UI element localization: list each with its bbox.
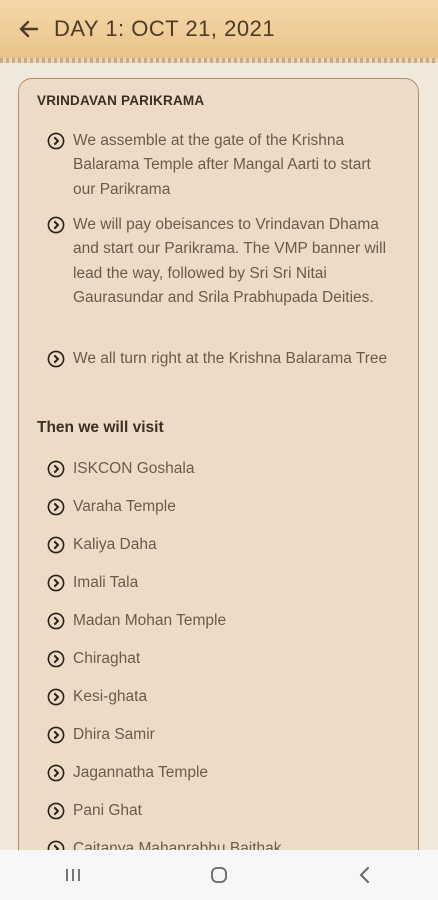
circle-chevron-right-icon: [47, 132, 65, 150]
visit-item: Chiraghat: [47, 647, 397, 671]
visit-item: Madan Mohan Temple: [47, 609, 397, 633]
intro-item: We will pay obeisances to Vrindavan Dham…: [47, 213, 397, 310]
circle-chevron-right-icon: [47, 612, 65, 630]
visit-item-text: ISKCON Goshala: [73, 460, 195, 477]
intro-item-text: We will pay obeisances to Vrindavan Dham…: [73, 216, 387, 306]
circle-chevron-right-icon: [47, 650, 65, 668]
visit-item: Jagannatha Temple: [47, 761, 397, 785]
system-navigation-bar: [0, 850, 438, 900]
visit-item-text: Dhira Samir: [73, 726, 155, 743]
visit-item-text: Imali Tala: [73, 574, 139, 591]
visit-item: ISKCON Goshala: [47, 457, 397, 481]
visit-subheading: Then we will visit: [37, 419, 164, 436]
visit-item-text: Madan Mohan Temple: [73, 612, 227, 629]
top-app-bar: DAY 1: OCT 21, 2021: [0, 0, 438, 58]
recents-icon[interactable]: [53, 855, 93, 895]
visit-item-text: Chiraghat: [73, 650, 141, 667]
header-border: [0, 58, 438, 63]
visit-item-text: Kaliya Daha: [73, 536, 157, 553]
visit-item: Pani Ghat: [47, 799, 397, 823]
intro-item-text: We all turn right at the Krishna Balaram…: [73, 350, 388, 367]
intro-item-text: We assemble at the gate of the Krishna B…: [73, 132, 371, 198]
back-chevron-icon[interactable]: [345, 855, 385, 895]
visit-item: Kesi-ghata: [47, 685, 397, 709]
section-title: VRINDAVAN PARIKRAMA: [37, 93, 205, 108]
visit-item-text: Kesi-ghata: [73, 688, 148, 705]
circle-chevron-right-icon: [47, 688, 65, 706]
circle-chevron-right-icon: [47, 498, 65, 516]
page-title: DAY 1: OCT 21, 2021: [54, 16, 276, 41]
intro-item: We assemble at the gate of the Krishna B…: [47, 129, 397, 202]
visit-item-text: Pani Ghat: [73, 802, 142, 819]
visit-item-text: Varaha Temple: [73, 498, 176, 515]
circle-chevron-right-icon: [47, 460, 65, 478]
circle-chevron-right-icon: [47, 350, 65, 368]
visit-item: Varaha Temple: [47, 495, 397, 519]
circle-chevron-right-icon: [47, 574, 65, 592]
visit-item: Imali Tala: [47, 571, 397, 595]
circle-chevron-right-icon: [47, 726, 65, 744]
visit-item: Kaliya Daha: [47, 533, 397, 557]
visit-item: Dhira Samir: [47, 723, 397, 747]
circle-chevron-right-icon: [47, 802, 65, 820]
circle-chevron-right-icon: [47, 764, 65, 782]
visit-item-text: Jagannatha Temple: [73, 764, 209, 781]
home-icon[interactable]: [199, 855, 239, 895]
circle-chevron-right-icon: [47, 216, 65, 234]
intro-item: We all turn right at the Krishna Balaram…: [47, 347, 397, 371]
arrow-left-icon[interactable]: [16, 16, 42, 42]
circle-chevron-right-icon: [47, 536, 65, 554]
parikrama-card: VRINDAVAN PARIKRAMA We assemble at the g…: [18, 78, 419, 898]
